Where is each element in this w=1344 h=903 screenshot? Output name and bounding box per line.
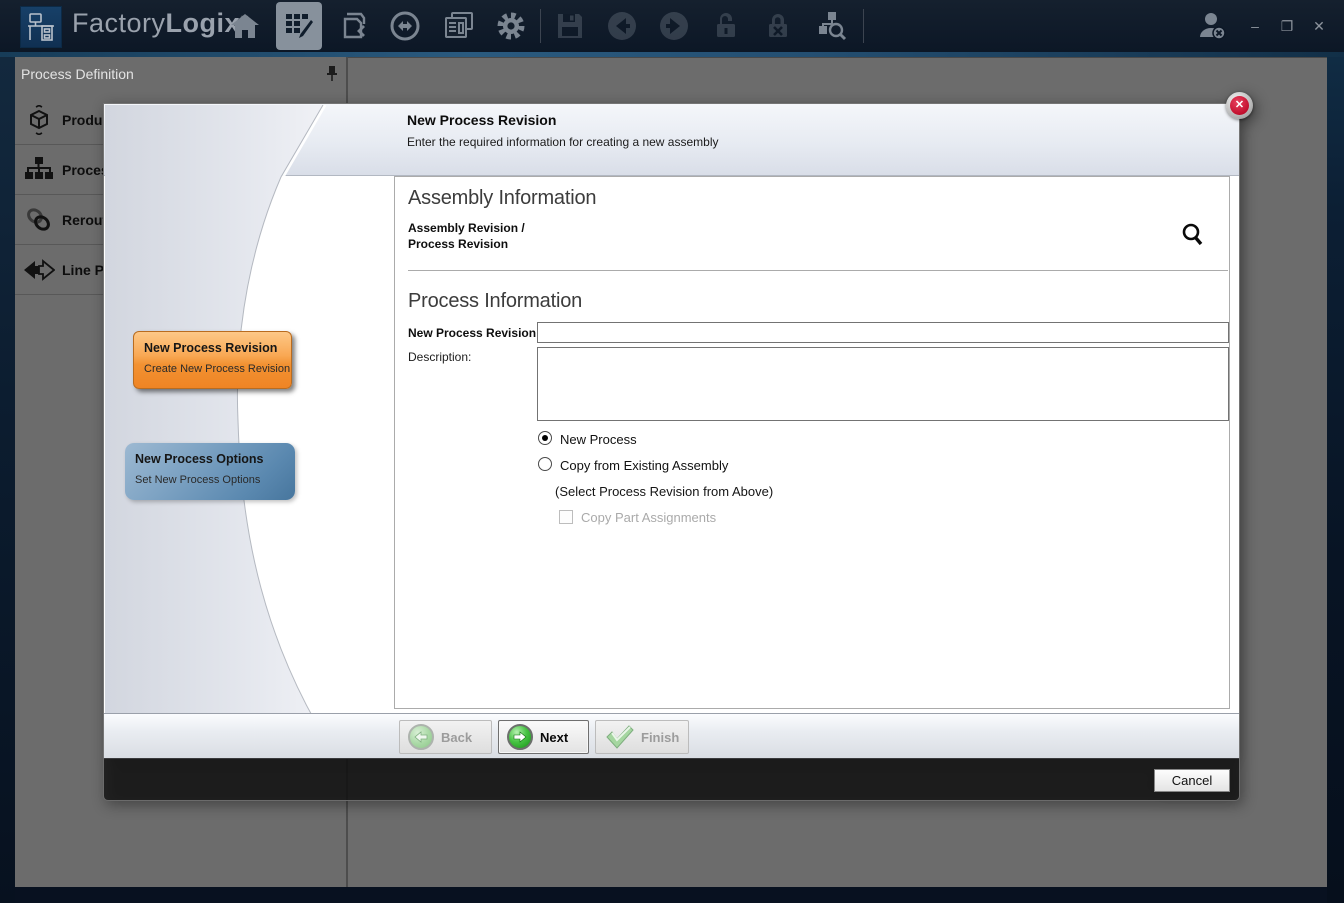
wizard-step-new-process-revision[interactable]: New Process Revision Create New Process …: [133, 331, 292, 389]
step-title: New Process Options: [135, 452, 264, 466]
dialog-subtitle: Enter the required information for creat…: [407, 135, 719, 149]
copy-part-assignments-checkbox[interactable]: [559, 510, 573, 524]
close-icon: ✕: [1230, 96, 1249, 115]
toolbar-separator: [540, 9, 541, 43]
next-button-label: Next: [540, 729, 569, 745]
back-arrow-icon: [408, 724, 434, 750]
pin-icon[interactable]: [325, 65, 339, 86]
transfer-icon[interactable]: [382, 3, 428, 49]
next-button[interactable]: Next: [498, 720, 589, 754]
window-border-right: [1327, 57, 1344, 903]
settings-gear-icon[interactable]: [488, 3, 534, 49]
home-icon[interactable]: [222, 3, 268, 49]
cancel-button[interactable]: Cancel: [1154, 769, 1230, 792]
dialog-content: Assembly Information Assembly Revision /…: [394, 176, 1230, 709]
audit-search-icon[interactable]: [809, 3, 855, 49]
application-window: FactoryLogix™: [0, 0, 1344, 903]
new-process-revision-input[interactable]: [537, 322, 1229, 343]
copy-from-existing-radio-label[interactable]: Copy from Existing Assembly: [560, 458, 728, 473]
process-icon: [22, 153, 56, 187]
redo-icon[interactable]: [651, 3, 697, 49]
sidebar-item-label: Proces: [62, 161, 109, 178]
undo-icon[interactable]: [599, 3, 645, 49]
process-definition-icon[interactable]: [276, 2, 322, 50]
step-subtitle: Set New Process Options: [135, 474, 261, 486]
reroute-icon: [22, 203, 56, 237]
finish-button-label: Finish: [641, 729, 680, 745]
new-process-radio-label[interactable]: New Process: [560, 432, 637, 447]
titlebar: FactoryLogix™: [0, 0, 1344, 52]
factorylogix-logo-icon: [20, 6, 62, 48]
dialog-body: New Process Revision Enter the required …: [103, 103, 1240, 759]
assembly-information-heading: Assembly Information: [408, 187, 597, 209]
assembly-revision-label-line1: Assembly Revision /: [408, 221, 525, 235]
finish-button[interactable]: Finish: [595, 720, 689, 754]
select-process-revision-hint: (Select Process Revision from Above): [555, 484, 774, 499]
minimize-button[interactable]: –: [1246, 18, 1264, 34]
new-process-revision-label: New Process Revision:: [408, 326, 541, 340]
new-process-radio[interactable]: [538, 431, 552, 445]
next-arrow-icon: [507, 724, 533, 750]
toolbar-separator: [863, 9, 864, 43]
reports-icon[interactable]: [436, 3, 482, 49]
unlock-icon[interactable]: [703, 3, 749, 49]
product-icon: [22, 103, 56, 137]
window-border-left: [0, 57, 15, 903]
finish-check-icon: [604, 724, 634, 750]
back-button[interactable]: Back: [399, 720, 492, 754]
copy-part-assignments-label: Copy Part Assignments: [581, 510, 717, 525]
save-icon[interactable]: [547, 3, 593, 49]
import-data-icon[interactable]: [330, 3, 376, 49]
wizard-button-bar: Back Next Finish: [104, 713, 1239, 759]
search-icon[interactable]: [1181, 222, 1205, 253]
line-process-icon: [22, 253, 56, 287]
description-textarea[interactable]: [537, 347, 1229, 421]
close-window-button[interactable]: ✕: [1310, 18, 1328, 35]
divider: [348, 57, 1327, 58]
step-title: New Process Revision: [144, 341, 278, 355]
sidebar-header: Process Definition: [15, 57, 346, 93]
dialog-footer: Cancel: [103, 758, 1240, 801]
logout-user-icon[interactable]: [1192, 3, 1232, 49]
copy-from-existing-radio[interactable]: [538, 457, 552, 471]
description-label: Description:: [408, 350, 472, 364]
maximize-button[interactable]: ❐: [1278, 18, 1296, 35]
lock-x-icon[interactable]: [755, 3, 801, 49]
dialog-close-button[interactable]: ✕: [1226, 92, 1253, 119]
sidebar-item-label: Rerout: [62, 211, 108, 228]
back-button-label: Back: [441, 729, 473, 745]
step-subtitle: Create New Process Revision: [144, 363, 291, 375]
assembly-revision-label-line2: Process Revision: [408, 237, 509, 251]
new-process-revision-dialog: New Process Revision Enter the required …: [103, 92, 1253, 802]
process-information-heading: Process Information: [408, 290, 583, 312]
sidebar-title: Process Definition: [21, 66, 134, 82]
wizard-step-new-process-options[interactable]: New Process Options Set New Process Opti…: [125, 443, 295, 500]
section-separator: [408, 270, 1228, 271]
